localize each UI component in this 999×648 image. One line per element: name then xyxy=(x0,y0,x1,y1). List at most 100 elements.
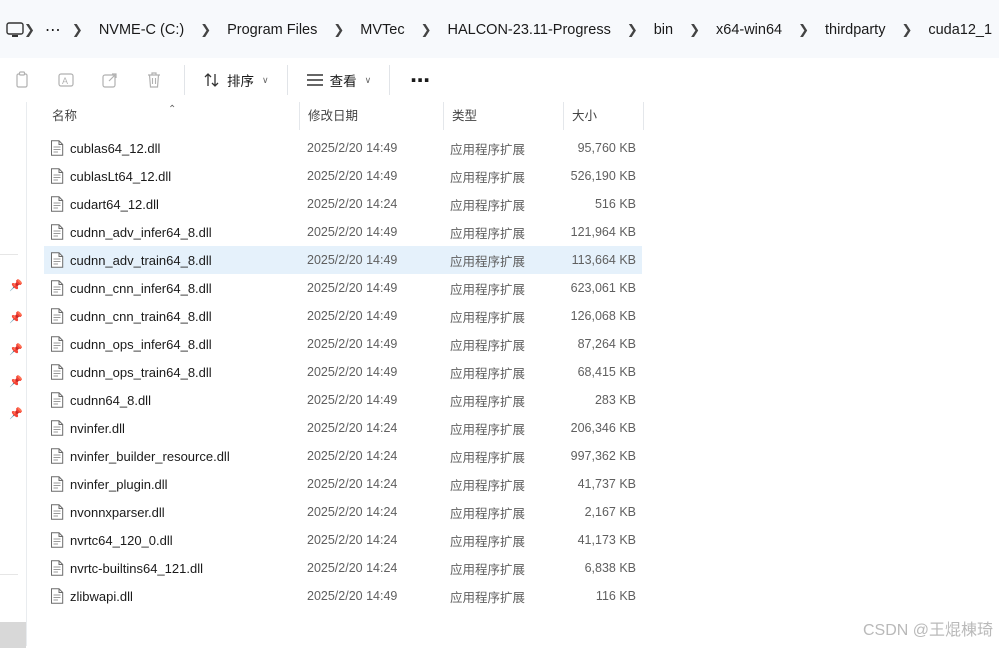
file-date: 2025/2/20 14:49 xyxy=(307,365,398,379)
pin-icon[interactable]: 📌 xyxy=(9,279,23,292)
toolbar-divider xyxy=(184,65,185,95)
breadcrumb: ❯ ⋯ ❯ NVME-C (C:) ❯ Program Files ❯ MVTe… xyxy=(6,10,999,50)
dll-file-icon xyxy=(50,364,64,380)
file-name-cell: cudnn64_8.dll xyxy=(44,392,299,408)
file-date: 2025/2/20 14:24 xyxy=(307,477,398,491)
file-row[interactable]: cudart64_12.dll 2025/2/20 14:24 应用程序扩展 516 … xyxy=(44,190,642,218)
file-type: 应用程序扩展 xyxy=(450,254,526,269)
file-name-cell: cudnn_ops_infer64_8.dll xyxy=(44,336,299,352)
delete-icon[interactable] xyxy=(142,68,166,92)
pin-icon[interactable]: 📌 xyxy=(9,343,23,356)
file-list: cublas64_12.dll 2025/2/20 14:49 应用程序扩展 95,7… xyxy=(44,134,642,610)
file-row[interactable]: nvinfer.dll 2025/2/20 14:24 应用程序扩展 206,346 … xyxy=(44,414,642,442)
breadcrumb-overflow[interactable]: ⋯ xyxy=(35,20,72,40)
pin-icon[interactable]: 📌 xyxy=(9,407,23,420)
file-name: cublasLt64_12.dll xyxy=(70,168,172,184)
file-size: 41,737 KB xyxy=(577,477,636,491)
file-row[interactable]: nvinfer_builder_resource.dll 2025/2/20 14… xyxy=(44,442,642,470)
breadcrumb-drive[interactable]: NVME-C (C:) xyxy=(83,22,200,38)
dll-file-icon xyxy=(50,252,64,268)
file-size: 997,362 KB xyxy=(570,449,636,463)
breadcrumb-thirdparty[interactable]: thirdparty xyxy=(809,22,901,38)
file-row[interactable]: nvinfer_plugin.dll 2025/2/20 14:24 应用程序扩展 4… xyxy=(44,470,642,498)
file-type: 应用程序扩展 xyxy=(450,506,526,521)
file-name-cell: nvinfer_builder_resource.dll xyxy=(44,448,299,464)
sort-button[interactable]: 排序 ∨ xyxy=(193,64,279,96)
file-name-cell: nvonnxparser.dll xyxy=(44,504,299,520)
file-name-cell: cudart64_12.dll xyxy=(44,196,299,212)
file-row[interactable]: cudnn_adv_infer64_8.dll 2025/2/20 14:49 应用… xyxy=(44,218,642,246)
breadcrumb-x64-win64[interactable]: x64-win64 xyxy=(700,22,798,38)
pin-icon[interactable]: 📌 xyxy=(9,311,23,324)
file-type: 应用程序扩展 xyxy=(450,338,526,353)
breadcrumb-bin[interactable]: bin xyxy=(638,22,689,38)
file-name-cell: cudnn_ops_train64_8.dll xyxy=(44,364,299,380)
file-row[interactable]: nvonnxparser.dll 2025/2/20 14:24 应用程序扩展 2,1… xyxy=(44,498,642,526)
breadcrumb-program-files[interactable]: Program Files xyxy=(211,22,333,38)
column-name[interactable]: ⌃ 名称 xyxy=(44,102,300,130)
file-type: 应用程序扩展 xyxy=(450,478,526,493)
file-row[interactable]: cudnn64_8.dll 2025/2/20 14:49 应用程序扩展 283 KB xyxy=(44,386,642,414)
file-type: 应用程序扩展 xyxy=(450,366,526,381)
column-size[interactable]: 大小 xyxy=(564,102,644,130)
file-name-cell: nvinfer.dll xyxy=(44,420,299,436)
dll-file-icon xyxy=(50,588,64,604)
column-type[interactable]: 类型 xyxy=(444,102,564,130)
view-button[interactable]: 查看 ∨ xyxy=(296,64,382,96)
file-size: 87,264 KB xyxy=(577,337,636,351)
pin-icon[interactable]: 📌 xyxy=(9,375,23,388)
more-options-button[interactable]: ⋯ xyxy=(398,68,443,93)
file-name: nvinfer.dll xyxy=(70,420,125,436)
file-date: 2025/2/20 14:49 xyxy=(307,309,398,323)
dll-file-icon xyxy=(50,448,64,464)
dll-file-icon xyxy=(50,476,64,492)
file-name-cell: nvinfer_plugin.dll xyxy=(44,476,299,492)
file-name: zlibwapi.dll xyxy=(70,588,133,604)
breadcrumb-cuda12-1[interactable]: cuda12_1 xyxy=(912,22,999,38)
file-type: 应用程序扩展 xyxy=(450,282,526,297)
nav-scrollbar[interactable] xyxy=(0,622,26,648)
chevron-down-icon: ∨ xyxy=(262,74,269,85)
file-size: 116 KB xyxy=(595,589,636,603)
file-type: 应用程序扩展 xyxy=(450,310,526,325)
file-row[interactable]: cublas64_12.dll 2025/2/20 14:49 应用程序扩展 95,7… xyxy=(44,134,642,162)
chevron-right-icon: ❯ xyxy=(24,22,35,37)
file-size: 283 KB xyxy=(594,393,636,407)
file-row[interactable]: cudnn_cnn_infer64_8.dll 2025/2/20 14:49 应用… xyxy=(44,274,642,302)
column-date[interactable]: 修改日期 xyxy=(300,102,444,130)
file-date: 2025/2/20 14:24 xyxy=(307,449,398,463)
file-date: 2025/2/20 14:49 xyxy=(307,337,398,351)
file-size: 206,346 KB xyxy=(570,421,636,435)
file-date: 2025/2/20 14:49 xyxy=(307,253,398,267)
file-name-cell: cudnn_adv_infer64_8.dll xyxy=(44,224,299,240)
view-icon xyxy=(306,74,323,86)
file-row[interactable]: cublasLt64_12.dll 2025/2/20 14:49 应用程序扩展 52… xyxy=(44,162,642,190)
breadcrumb-halcon[interactable]: HALCON-23.11-Progress xyxy=(432,22,627,38)
toolbar-divider xyxy=(286,65,288,95)
file-row[interactable]: nvrtc-builtins64_121.dll 2025/2/20 14:24 应… xyxy=(44,554,642,582)
chevron-down-icon: ∨ xyxy=(364,74,372,85)
file-size: 121,964 KB xyxy=(570,225,636,239)
file-size: 126,068 KB xyxy=(570,309,636,323)
file-name: cudnn_cnn_infer64_8.dll xyxy=(70,280,212,296)
dll-file-icon xyxy=(50,532,64,548)
file-date: 2025/2/20 14:24 xyxy=(307,505,398,519)
file-row[interactable]: cudnn_ops_train64_8.dll 2025/2/20 14:49 应用… xyxy=(44,358,642,386)
file-size: 113,664 KB xyxy=(571,253,636,267)
file-row[interactable]: nvrtc64_120_0.dll 2025/2/20 14:24 应用程序扩展 41… xyxy=(44,526,642,554)
file-row[interactable]: cudnn_adv_train64_8.dll 2025/2/20 14:49 应用… xyxy=(44,246,642,274)
chevron-right-icon: ❯ xyxy=(420,22,432,37)
copy-icon[interactable] xyxy=(10,68,34,92)
file-date: 2025/2/20 14:49 xyxy=(307,169,398,183)
file-name-cell: nvrtc64_120_0.dll xyxy=(44,532,299,548)
computer-icon[interactable] xyxy=(6,14,24,46)
file-row[interactable]: zlibwapi.dll 2025/2/20 14:49 应用程序扩展 116 KB xyxy=(44,582,642,610)
file-name: cudnn64_8.dll xyxy=(70,392,151,408)
view-label: 查看 xyxy=(329,74,357,89)
file-date: 2025/2/20 14:49 xyxy=(307,589,398,603)
file-row[interactable]: cudnn_cnn_train64_8.dll 2025/2/20 14:49 应用… xyxy=(44,302,642,330)
breadcrumb-mvtec[interactable]: MVTec xyxy=(344,22,420,38)
file-row[interactable]: cudnn_ops_infer64_8.dll 2025/2/20 14:49 应用… xyxy=(44,330,642,358)
share-icon[interactable] xyxy=(98,68,122,92)
rename-icon[interactable]: A xyxy=(54,68,78,92)
